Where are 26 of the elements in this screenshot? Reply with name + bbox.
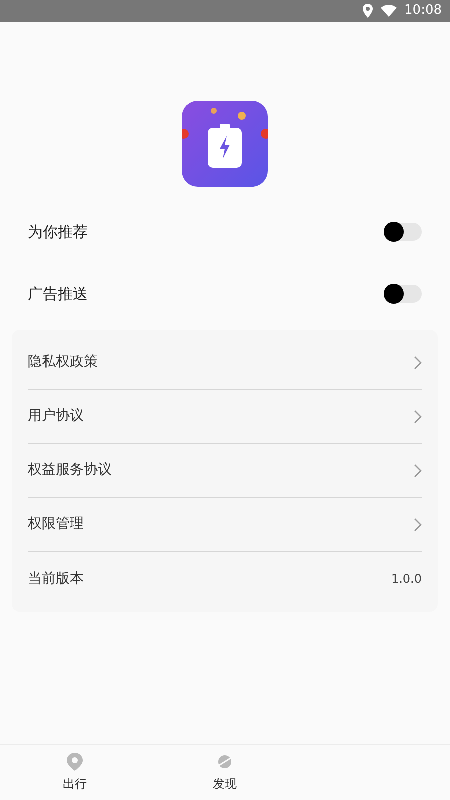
menu-label: 当前版本 — [28, 570, 84, 588]
menu-label: 隐私权政策 — [28, 353, 98, 372]
chevron-right-icon — [414, 518, 422, 532]
planet-icon — [216, 752, 234, 770]
nav-tab[interactable]: 出行 — [0, 745, 150, 800]
menu-label: 权限管理 — [28, 515, 84, 534]
location-pin-icon — [67, 752, 83, 770]
menu-item[interactable]: 权益服务协议 — [28, 444, 422, 498]
menu-label: 权益服务协议 — [28, 461, 112, 480]
version-number: 1.0.0 — [391, 571, 422, 588]
chevron-right-icon — [414, 410, 422, 424]
toggle-switch[interactable] — [384, 223, 422, 241]
menu-label: 用户协议 — [28, 407, 84, 426]
menu-item[interactable]: 隐私权政策 — [28, 336, 422, 390]
toggle-switch[interactable] — [384, 285, 422, 303]
setting-label: 为你推荐 — [28, 222, 88, 243]
nav-tab[interactable]: 发现 — [150, 745, 300, 800]
setting-label: 广告推送 — [28, 284, 88, 305]
location-icon — [362, 4, 373, 18]
wifi-icon — [380, 5, 397, 17]
menu-item[interactable]: 权限管理 — [28, 498, 422, 552]
clock: 10:08 — [404, 2, 442, 20]
menu-item[interactable]: 用户协议 — [28, 390, 422, 444]
chevron-right-icon — [414, 356, 422, 370]
chevron-right-icon — [414, 464, 422, 478]
app-logo-icon — [182, 101, 268, 187]
